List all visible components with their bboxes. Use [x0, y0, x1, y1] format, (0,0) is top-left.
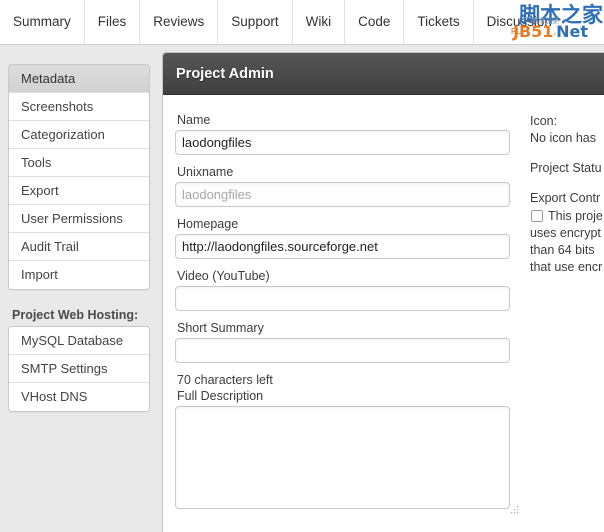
panel-header: Project Admin	[163, 53, 604, 95]
export-control-label: Export Contr	[530, 190, 604, 207]
nav-tab-reviews[interactable]: Reviews	[140, 0, 218, 44]
sidebar-item-vhost-dns[interactable]: VHost DNS	[9, 383, 149, 411]
sidebar-item-smtp-settings[interactable]: SMTP Settings	[9, 355, 149, 383]
label-video: Video (YouTube)	[177, 269, 523, 283]
full-description-textarea[interactable]	[175, 406, 510, 509]
metadata-side-column: Icon: No icon has Project Statu Export C…	[530, 113, 604, 276]
export-control-checkbox[interactable]	[531, 210, 543, 222]
sidebar-item-screenshots[interactable]: Screenshots	[9, 93, 149, 121]
nav-tab-list: Summary Files Reviews Support Wiki Code …	[0, 0, 565, 44]
left-sidebar: Metadata Screenshots Categorization Tool…	[0, 45, 162, 532]
sidebar-item-tools[interactable]: Tools	[9, 149, 149, 177]
field-name: Name	[175, 113, 523, 163]
nav-tab-tickets[interactable]: Tickets	[404, 0, 473, 44]
field-short-summary: Short Summary	[175, 321, 523, 371]
textarea-resize-handle[interactable]	[511, 502, 520, 511]
project-web-hosting-heading: Project Web Hosting:	[12, 308, 162, 322]
field-unixname: Unixname	[175, 165, 523, 215]
nav-tab-summary[interactable]: Summary	[0, 0, 85, 44]
nav-tab-support[interactable]: Support	[218, 0, 292, 44]
page-title: Project Admin	[176, 66, 274, 82]
sidebar-item-metadata[interactable]: Metadata	[9, 65, 149, 93]
icon-label: Icon:	[530, 113, 604, 130]
label-homepage: Homepage	[177, 217, 523, 231]
sidebar-item-import[interactable]: Import	[9, 261, 149, 289]
nav-tab-wiki[interactable]: Wiki	[293, 0, 346, 44]
label-short-summary: Short Summary	[177, 321, 523, 335]
panel-body: Name Unixname Homepage Video (YouTube) S…	[163, 95, 604, 532]
label-name: Name	[177, 113, 523, 127]
characters-left-counter: 70 characters left	[177, 373, 523, 387]
video-input[interactable]	[175, 286, 510, 311]
project-status-label: Project Statu	[530, 160, 604, 177]
sidebar-item-categorization[interactable]: Categorization	[9, 121, 149, 149]
export-control-checkbox-row[interactable]: This proje	[530, 208, 604, 225]
side-spacer-2	[530, 177, 604, 190]
main-content-panel: Project Admin Name Unixname Homepage Vid…	[162, 52, 604, 532]
label-unixname: Unixname	[177, 165, 523, 179]
field-full-description: Full Description	[175, 389, 523, 514]
nav-tab-files[interactable]: Files	[85, 0, 141, 44]
metadata-form: Name Unixname Homepage Video (YouTube) S…	[175, 113, 523, 516]
homepage-input[interactable]	[175, 234, 510, 259]
export-control-text-line1: This proje	[548, 208, 603, 225]
sidebar-item-user-permissions[interactable]: User Permissions	[9, 205, 149, 233]
project-admin-nav-box: Metadata Screenshots Categorization Tool…	[8, 64, 150, 290]
icon-status-text: No icon has	[530, 130, 604, 147]
export-control-text-line4: that use encr	[530, 259, 604, 276]
sidebar-item-audit-trail[interactable]: Audit Trail	[9, 233, 149, 261]
export-control-text-line2: uses encrypt	[530, 225, 604, 242]
sidebar-item-export[interactable]: Export	[9, 177, 149, 205]
project-web-hosting-nav-box: MySQL Database SMTP Settings VHost DNS	[8, 326, 150, 412]
nav-tab-discussion[interactable]: Discussion	[474, 0, 565, 44]
unixname-input	[175, 182, 510, 207]
short-summary-input[interactable]	[175, 338, 510, 363]
field-video: Video (YouTube)	[175, 269, 523, 319]
label-full-description: Full Description	[177, 389, 523, 403]
nav-tab-code[interactable]: Code	[345, 0, 404, 44]
name-input[interactable]	[175, 130, 510, 155]
top-navigation-bar: Summary Files Reviews Support Wiki Code …	[0, 0, 604, 45]
side-spacer-1	[530, 147, 604, 160]
full-description-wrapper	[175, 406, 523, 514]
field-homepage: Homepage	[175, 217, 523, 267]
sidebar-item-mysql-database[interactable]: MySQL Database	[9, 327, 149, 355]
export-control-text-line3: than 64 bits	[530, 242, 604, 259]
